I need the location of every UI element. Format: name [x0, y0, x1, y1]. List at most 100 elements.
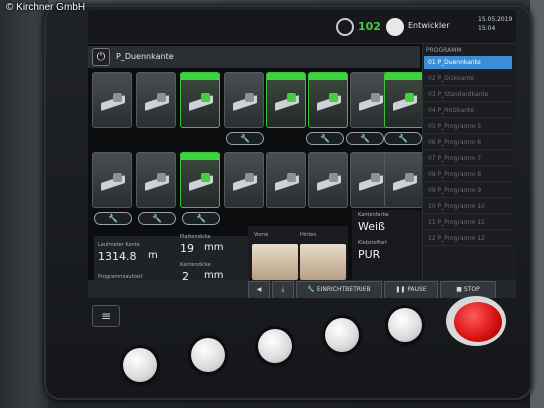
datetime: 15.05.2019 15:04: [478, 15, 512, 33]
active-indicator: [309, 73, 347, 80]
radius-trimming-icon: [315, 91, 343, 113]
aggregate-tile-pre-milling[interactable]: [136, 72, 176, 128]
aggregate-tile-end-trimming[interactable]: [180, 72, 220, 128]
hardware-button-5[interactable]: [388, 308, 422, 342]
user-name[interactable]: Entwickler: [408, 21, 450, 30]
program-item[interactable]: 03 P_Standardkante: [424, 88, 512, 102]
program-title: P_Duennkante: [116, 52, 174, 61]
program-item[interactable]: 04 P_Holzkante: [424, 104, 512, 118]
back-label: Hinten: [300, 232, 317, 238]
spray-unit-icon: [315, 171, 343, 193]
hardware-button-2[interactable]: [191, 338, 225, 372]
program-item[interactable]: 08 P_Programm 8: [424, 168, 512, 182]
stop-label: STOP: [463, 286, 480, 293]
download-button[interactable]: ⤓: [272, 281, 294, 298]
active-indicator: [385, 73, 423, 80]
chamfer-icon: [231, 91, 259, 113]
thickness-label: Plattendicke: [180, 234, 211, 240]
end-trimming-icon: [187, 91, 215, 113]
front-board-image: [252, 244, 298, 280]
aggregate-tile-joint-trimming[interactable]: [136, 152, 176, 208]
back-button[interactable]: ◀: [248, 281, 270, 298]
program-item[interactable]: 12 P_Programm 12: [424, 232, 512, 246]
emergency-stop-button[interactable]: [454, 302, 502, 342]
corner-settings-button[interactable]: 🔧: [346, 132, 384, 145]
pause-button[interactable]: ❚❚ PAUSE: [384, 281, 438, 298]
joint-settings-button[interactable]: 🔧: [138, 212, 176, 225]
program-item[interactable]: 09 P_Programm 9: [424, 184, 512, 198]
aggregate-tile-spray-unit[interactable]: [308, 152, 348, 208]
joint-trimming-icon: [143, 171, 171, 193]
active-indicator: [181, 153, 219, 160]
aggregate-tile-heating[interactable]: [266, 152, 306, 208]
scraper-icon: [391, 91, 419, 113]
date-text: 15.05.2019: [478, 16, 513, 23]
feed-settings-button[interactable]: 🔧: [94, 212, 132, 225]
stop-icon: ■: [456, 286, 462, 293]
power-button[interactable]: ⏻: [92, 48, 110, 66]
length-unit: m: [148, 250, 158, 261]
back-board-image: [300, 244, 346, 280]
setup-mode-button[interactable]: 🔧 EINRICHTBETRIEB: [296, 281, 382, 298]
piece-counter: 102: [358, 20, 381, 33]
aggregate-tile-chamfer[interactable]: [224, 72, 264, 128]
buffing-icon: [231, 171, 259, 193]
machine-housing-left: [0, 0, 48, 408]
stop-button[interactable]: ■ STOP: [440, 281, 496, 298]
hardware-button-3[interactable]: [258, 329, 292, 363]
length-label: Laufmeter Kante: [98, 242, 140, 248]
program-item[interactable]: 11 P_Programm 11: [424, 216, 512, 230]
active-indicator: [181, 73, 219, 80]
aggregate-tile-edge-pressing[interactable]: [180, 152, 220, 208]
time-text: 15:04: [478, 25, 496, 32]
edge-thickness-label: Kantendicke: [180, 262, 211, 268]
touch-screen: 102 Entwickler 15.05.2019 15:04 ⏻ P_Duen…: [88, 10, 516, 298]
corner-rounding-icon: [357, 91, 385, 113]
program-item[interactable]: 10 P_Programm 10: [424, 200, 512, 214]
program-item[interactable]: 02 P_Dickkante: [424, 72, 512, 86]
hardware-button-4[interactable]: [325, 318, 359, 352]
aggregate-tile-radius-trimming[interactable]: [308, 72, 348, 128]
aggregate-tile-scraper[interactable]: [384, 72, 424, 128]
snowflake-icon: [391, 171, 419, 193]
fine-trimming-icon: [273, 91, 301, 113]
thickness-value: 19: [180, 242, 194, 255]
edge-material-panel: Kantenfarbe Weiß Klebstoffart PUR: [352, 210, 424, 280]
pressing-settings-button[interactable]: 🔧: [182, 212, 220, 225]
thickness-unit: mm: [204, 242, 224, 253]
program-item[interactable]: 01 P_Duennkante: [424, 56, 512, 70]
radius-settings-button[interactable]: 🔧: [306, 132, 344, 145]
aggregate-tile-buffing[interactable]: [224, 152, 264, 208]
program-item[interactable]: 05 P_Programm 5: [424, 120, 512, 134]
front-label: Vorne: [254, 232, 269, 238]
active-indicator: [267, 73, 305, 80]
aggregate-tile-cooling[interactable]: [384, 152, 424, 208]
scraper-settings-button[interactable]: 🔧: [384, 132, 422, 145]
aggregate-tile-feed[interactable]: [92, 152, 132, 208]
heating-icon: [273, 171, 301, 193]
background-wall: [530, 0, 544, 408]
copyright-watermark: © Kirchner GmbH: [6, 2, 86, 13]
shield-icon: [357, 171, 385, 193]
pre-milling-icon: [143, 91, 171, 113]
glue-unit-icon: [99, 91, 127, 113]
feed-icon: [99, 171, 127, 193]
setup-mode-label: EINRICHTBETRIEB: [316, 286, 371, 293]
program-item[interactable]: 07 P_Programm 7: [424, 152, 512, 166]
hardware-button-1[interactable]: [123, 348, 157, 382]
program-item[interactable]: 06 P_Programm 6: [424, 136, 512, 150]
edge-color-value: Weiß: [358, 220, 385, 233]
aggregate-tile-fine-trimming[interactable]: [266, 72, 306, 128]
status-bar: [88, 10, 516, 44]
chamfer-settings-button[interactable]: 🔧: [226, 132, 264, 145]
glue-type-value: PUR: [358, 248, 381, 261]
pause-icon: ❚❚: [395, 286, 406, 293]
glue-type-label: Klebstoffart: [358, 240, 388, 246]
user-icon[interactable]: [386, 18, 404, 36]
aggregate-tile-glue-unit[interactable]: [92, 72, 132, 128]
menu-button[interactable]: ≡: [92, 305, 120, 327]
pause-label: PAUSE: [407, 286, 427, 293]
edge-pressing-icon: [187, 171, 215, 193]
counter-icon: [336, 18, 354, 36]
length-value: 1314.8: [98, 250, 137, 263]
